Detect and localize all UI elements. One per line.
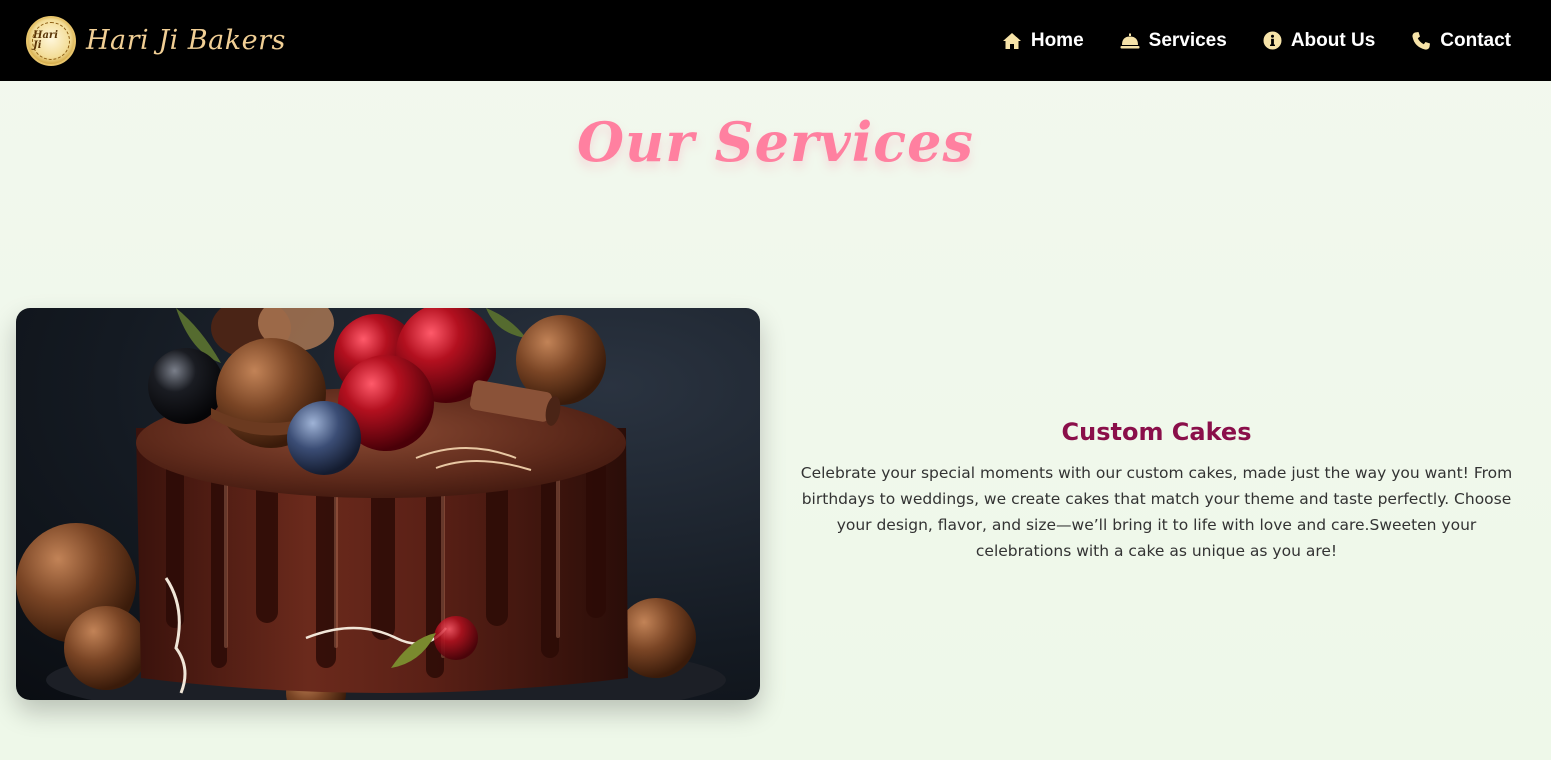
brand-name[interactable]: Hari Ji Bakers <box>86 25 286 56</box>
nav-contact[interactable]: Contact <box>1411 30 1511 52</box>
navbar: Hari Ji Hari Ji Bakers Home Services Abo… <box>0 0 1551 81</box>
info-icon <box>1263 31 1282 50</box>
nav-home-label: Home <box>1030 29 1084 51</box>
nav-home[interactable]: Home <box>1002 30 1084 52</box>
service-title: Custom Cakes <box>1061 418 1252 446</box>
page-title: Our Services <box>577 110 974 174</box>
nav-about[interactable]: About Us <box>1263 30 1375 52</box>
main-nav: Home Services About Us Contact <box>1002 30 1511 52</box>
home-icon <box>1002 32 1022 50</box>
service-description: Celebrate your special moments with our … <box>800 464 1513 560</box>
phone-icon <box>1411 31 1431 51</box>
nav-about-label: About Us <box>1290 29 1376 51</box>
cloche-icon <box>1120 33 1140 49</box>
service-content: Custom Cakes Celebrate your special mome… <box>790 418 1523 564</box>
logo-text: Hari Ji <box>32 21 70 60</box>
nav-contact-label: Contact <box>1440 29 1511 51</box>
brand-logo[interactable]: Hari Ji <box>26 15 76 66</box>
chocolate-drip-cake-image <box>16 308 760 700</box>
brand[interactable]: Hari Ji Hari Ji Bakers <box>26 15 286 66</box>
nav-services-label: Services <box>1148 29 1227 51</box>
nav-services[interactable]: Services <box>1120 30 1227 52</box>
